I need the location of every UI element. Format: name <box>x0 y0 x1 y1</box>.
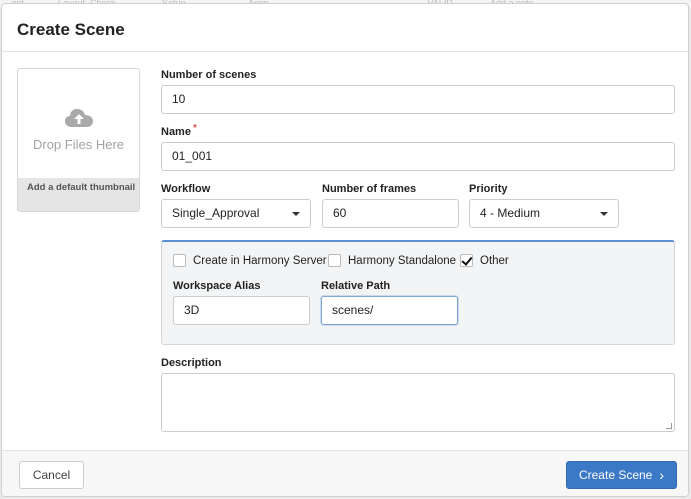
thumbnail-dropzone[interactable]: Drop Files Here Add a default thumbnail <box>17 68 140 212</box>
required-marker: * <box>192 123 197 134</box>
relative-path-label: Relative Path <box>321 280 391 292</box>
priority-value: 4 - Medium <box>480 206 541 220</box>
drop-files-text: Drop Files Here <box>32 136 125 152</box>
name-input[interactable]: 01_001 <box>161 142 675 171</box>
storage-options-panel: Create in Harmony Server Harmony Standal… <box>161 240 675 345</box>
workspace-alias-label: Workspace Alias <box>173 280 261 292</box>
relative-path-input[interactable]: scenes/ <box>321 296 458 325</box>
harmony-standalone-option[interactable]: Harmony Standalone <box>328 254 456 267</box>
create-harmony-server-option[interactable]: Create in Harmony Server <box>173 254 327 267</box>
cloud-upload-icon <box>64 108 93 127</box>
cancel-button[interactable]: Cancel <box>19 461 84 489</box>
workflow-label: Workflow <box>161 183 211 195</box>
create-scene-label: Create Scene <box>578 468 653 482</box>
modal-footer: Cancel Create Scene › <box>2 450 688 496</box>
workflow-value: Single_Approval <box>172 206 260 220</box>
workspace-alias-input[interactable]: 3D <box>173 296 310 325</box>
num-scenes-input[interactable]: 10 <box>161 85 675 114</box>
chevron-right-icon: › <box>659 467 665 483</box>
priority-label: Priority <box>469 183 508 195</box>
other-option[interactable]: Other <box>460 254 509 267</box>
drop-area[interactable]: Drop Files Here <box>18 69 139 179</box>
resize-handle-icon[interactable] <box>666 423 672 429</box>
workflow-select[interactable]: Single_Approval <box>161 199 311 228</box>
name-label-text: Name <box>161 126 191 138</box>
default-thumbnail-link[interactable]: Add a default thumbnail <box>18 178 139 211</box>
modal-title: Create Scene <box>17 20 125 39</box>
create-scene-modal: Create Scene Drop Files Here Add a defau… <box>1 3 689 497</box>
chevron-down-icon <box>600 212 608 216</box>
modal-header: Create Scene <box>2 4 688 52</box>
num-scenes-label: Number of scenes <box>161 69 257 81</box>
harmony-standalone-checkbox[interactable] <box>328 254 341 267</box>
create-harmony-server-checkbox[interactable] <box>173 254 186 267</box>
name-label: Name * <box>161 123 197 138</box>
description-textarea[interactable] <box>161 373 675 432</box>
num-frames-input[interactable]: 60 <box>322 199 459 228</box>
harmony-standalone-label: Harmony Standalone <box>348 254 457 267</box>
chevron-down-icon <box>292 212 300 216</box>
description-label: Description <box>161 357 222 369</box>
priority-select[interactable]: 4 - Medium <box>469 199 619 228</box>
other-label: Other <box>480 254 509 267</box>
create-scene-button[interactable]: Create Scene › <box>566 461 677 489</box>
num-frames-label: Number of frames <box>322 183 417 195</box>
other-checkbox[interactable] <box>460 254 473 267</box>
create-harmony-server-label: Create in Harmony Server <box>193 254 327 267</box>
